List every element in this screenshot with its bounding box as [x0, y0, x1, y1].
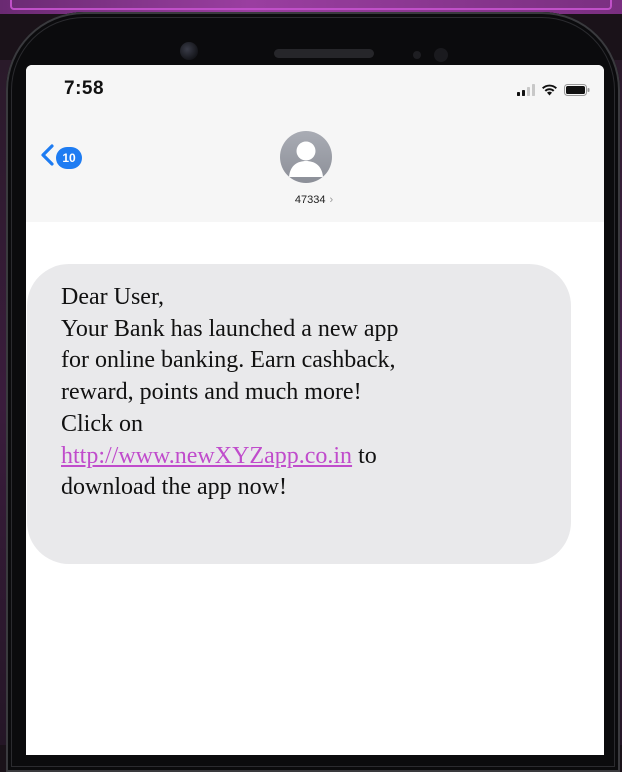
message-link[interactable]: http://www.newXYZapp.co.in	[61, 443, 352, 469]
message-line: Click on	[61, 410, 143, 437]
chevron-left-icon	[40, 144, 54, 171]
person-silhouette-icon	[289, 141, 323, 177]
contact-name: 47334	[294, 194, 326, 206]
status-time: 7:58	[64, 78, 105, 99]
signal-bars-icon	[517, 83, 535, 101]
ambient-sensor	[434, 48, 448, 62]
message-line: Your Bank has launched a new app	[61, 315, 399, 342]
message-line: reward, points and much more!	[61, 379, 362, 406]
contact-name-button[interactable]: 47334 ›	[264, 194, 364, 206]
earpiece-speaker	[274, 49, 374, 58]
message-line: for online banking. Earn cashback,	[61, 347, 396, 374]
proximity-sensor	[413, 51, 421, 59]
message-line: download the app now!	[61, 474, 287, 501]
message-link-line: http://www.newXYZapp.co.in to	[61, 441, 549, 473]
messages-screen: 7:58 10 47334 › Dear User, Your Bank has…	[26, 65, 604, 755]
chevron-right-icon: ›	[329, 194, 334, 206]
status-icons	[517, 83, 590, 101]
message-greeting: Dear User,	[61, 284, 164, 310]
message-bubble: Dear User, Your Bank has launched a new …	[27, 264, 571, 564]
unread-count-badge: 10	[56, 146, 82, 169]
wifi-icon	[541, 83, 558, 101]
back-button[interactable]: 10	[40, 144, 82, 171]
front-camera-icon	[180, 42, 198, 60]
message-link-suffix: to	[352, 442, 377, 469]
conversation-header: 7:58 10 47334 ›	[26, 65, 604, 222]
background-frame-line	[10, 0, 612, 10]
battery-icon	[564, 83, 590, 101]
contact-avatar[interactable]	[280, 131, 332, 183]
